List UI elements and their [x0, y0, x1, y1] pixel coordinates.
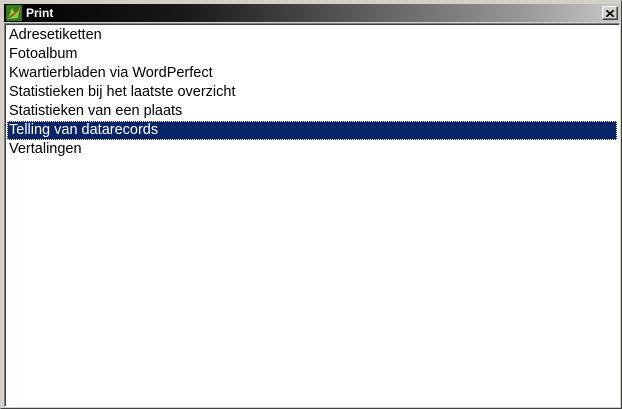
list-item[interactable]: Statistieken bij het laatste overzicht — [7, 83, 617, 102]
window-title: Print — [26, 6, 54, 20]
close-icon — [606, 9, 614, 17]
print-options-list[interactable]: Adresetiketten Fotoalbum Kwartierbladen … — [4, 23, 620, 407]
list-item[interactable]: Adresetiketten — [7, 26, 617, 45]
list-item-selected[interactable]: Telling van datarecords — [7, 121, 617, 140]
print-window: Print Adresetiketten Fotoalbum Kwartierb… — [0, 0, 622, 409]
list-item[interactable]: Statistieken van een plaats — [7, 102, 617, 121]
list-item[interactable]: Vertalingen — [7, 140, 617, 159]
title-bar[interactable]: Print — [4, 4, 620, 22]
close-button[interactable] — [602, 6, 618, 20]
app-leaf-icon — [6, 5, 22, 21]
list-item[interactable]: Kwartierbladen via WordPerfect — [7, 64, 617, 83]
list-item[interactable]: Fotoalbum — [7, 45, 617, 64]
